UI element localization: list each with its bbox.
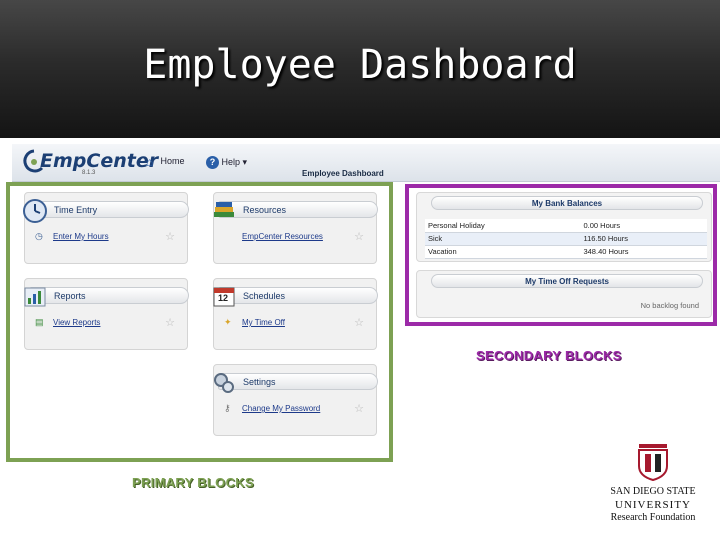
enter-my-hours-link[interactable]: Enter My Hours — [53, 232, 109, 241]
view-reports-link[interactable]: View Reports — [53, 318, 100, 327]
balance-value: 0.00 Hours — [580, 219, 707, 233]
empcenter-resources-link[interactable]: EmpCenter Resources — [242, 232, 323, 241]
books-icon — [214, 202, 234, 217]
settings-block: Settings ⚷ Change My Password ☆ — [213, 364, 378, 436]
page-title: Employee Dashboard — [302, 169, 384, 178]
slide-title: Employee Dashboard — [143, 42, 577, 88]
favorite-star-icon[interactable]: ☆ — [354, 230, 364, 243]
balance-value: 116.50 Hours — [580, 232, 707, 246]
reports-title: Reports — [54, 291, 86, 301]
no-backlog-text: No backlog found — [640, 301, 699, 310]
bank-balances-block: My Bank Balances Personal Holiday 0.00 H… — [416, 192, 712, 262]
change-my-password-link[interactable]: Change My Password — [242, 404, 320, 413]
chevron-down-icon: ▾ — [242, 156, 248, 167]
nav-home-link[interactable]: ⌂ Home — [146, 154, 185, 169]
resources-block: Resources EmpCenter Resources ☆ — [213, 192, 378, 264]
my-time-off-link[interactable]: My Time Off — [242, 318, 285, 327]
time-off-requests-block: My Time Off Requests No backlog found — [416, 270, 712, 318]
time-entry-header[interactable]: Time Entry — [23, 199, 189, 223]
home-icon: ⌂ — [146, 154, 154, 169]
bank-balances-table: Personal Holiday 0.00 Hours Sick 116.50 … — [425, 219, 707, 259]
reports-block: Reports ▤ View Reports ☆ — [24, 278, 189, 350]
clock-small-icon: ◷ — [35, 231, 43, 241]
schedules-block: 12 Schedules ✦ My Time Off ☆ — [213, 278, 378, 350]
favorite-star-icon[interactable]: ☆ — [354, 316, 364, 329]
sdsu-research-foundation-logo: SAN DIEGO STATE UNIVERSITY Research Foun… — [598, 438, 708, 528]
balance-value: 348.40 Hours — [580, 245, 707, 259]
schedules-header[interactable]: 12 Schedules — [213, 287, 378, 307]
calendar-day-number: 12 — [218, 293, 229, 303]
settings-title: Settings — [243, 377, 276, 387]
key-small-icon: ⚷ — [224, 403, 231, 413]
schedules-title: Schedules — [243, 291, 286, 301]
sdsu-line-1: SAN DIEGO STATE — [610, 486, 696, 497]
help-icon: ? — [206, 156, 219, 169]
nav-help-label: Help — [221, 156, 241, 167]
report-small-icon: ▤ — [35, 317, 44, 327]
logo-version: 8.1.3 — [82, 170, 96, 176]
resources-header[interactable]: Resources — [214, 201, 378, 218]
balance-name: Personal Holiday — [425, 219, 581, 233]
time-off-requests-title: My Time Off Requests — [525, 277, 609, 286]
app-header: EmpCenter 8.1.3 ⌂ Home ? Help ▾ Employee… — [12, 144, 720, 182]
balance-name: Vacation — [425, 245, 581, 259]
nav-home-label: Home — [160, 156, 185, 166]
time-entry-title: Time Entry — [54, 205, 98, 215]
time-off-small-icon: ✦ — [224, 317, 232, 327]
chart-icon — [24, 287, 46, 307]
table-row: Sick 116.50 Hours — [425, 232, 707, 246]
favorite-star-icon[interactable]: ☆ — [354, 402, 364, 415]
balance-name: Sick — [425, 232, 581, 246]
resources-title: Resources — [243, 205, 287, 215]
clock-icon — [23, 199, 47, 223]
sdsu-line-3: Research Foundation — [610, 512, 696, 523]
time-entry-block: Time Entry ◷ Enter My Hours ☆ — [23, 192, 189, 264]
sdsu-line-2: UNIVERSITY — [615, 499, 691, 511]
slide-title-band: Employee Dashboard — [0, 0, 720, 138]
primary-blocks-label: PRIMARY BLOCKS — [132, 475, 254, 490]
gears-icon — [214, 373, 234, 393]
favorite-star-icon[interactable]: ☆ — [165, 316, 175, 329]
bank-balances-header[interactable]: My Bank Balances — [431, 196, 703, 210]
secondary-blocks-label: SECONDARY BLOCKS — [476, 348, 622, 363]
time-off-requests-header[interactable]: My Time Off Requests — [431, 274, 703, 288]
settings-header[interactable]: Settings — [214, 373, 378, 393]
empcenter-logo[interactable]: EmpCenter 8.1.3 — [20, 148, 158, 176]
sdsu-shield-icon — [638, 444, 668, 482]
reports-header[interactable]: Reports — [24, 287, 189, 307]
dashboard-screenshot: EmpCenter 8.1.3 ⌂ Home ? Help ▾ Employee… — [0, 138, 720, 540]
logo-text: EmpCenter — [40, 150, 159, 172]
nav-help-menu[interactable]: ? Help ▾ — [206, 156, 247, 169]
table-row: Personal Holiday 0.00 Hours — [425, 219, 707, 233]
bank-balances-title: My Bank Balances — [531, 199, 603, 208]
favorite-star-icon[interactable]: ☆ — [165, 230, 175, 243]
table-row: Vacation 348.40 Hours — [425, 245, 707, 259]
